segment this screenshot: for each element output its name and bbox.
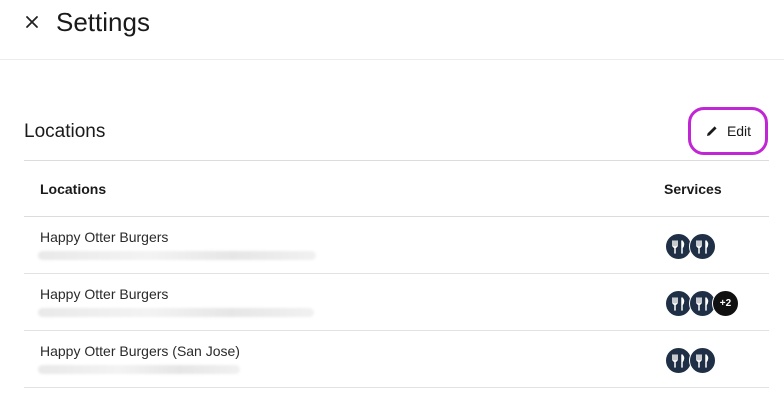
service-icons (665, 233, 716, 260)
service-icons: +2 (665, 290, 739, 317)
close-button[interactable] (20, 10, 44, 34)
utensils-icon (665, 290, 692, 317)
table-header: Locations Services (24, 160, 769, 217)
page-title: Settings (56, 7, 150, 37)
section-title: Locations (24, 121, 106, 142)
pencil-icon (706, 126, 717, 136)
location-name: Happy Otter Burgers (San Jose) (40, 343, 240, 359)
location-name: Happy Otter Burgers (40, 286, 169, 302)
table-row[interactable]: Happy Otter Burgers +2 (24, 274, 769, 331)
column-header-services: Services (664, 181, 722, 197)
utensils-icon (665, 233, 692, 260)
table-row[interactable]: Happy Otter Burgers (24, 217, 769, 274)
utensils-icon (689, 233, 716, 260)
more-services-badge[interactable]: +2 (712, 290, 739, 317)
utensils-icon (689, 347, 716, 374)
redacted-address (38, 308, 314, 317)
service-icons (665, 347, 716, 374)
close-icon (26, 16, 38, 28)
column-header-locations: Locations (40, 181, 107, 197)
utensils-icon (665, 347, 692, 374)
redacted-address (38, 251, 316, 260)
edit-button[interactable]: Edit (688, 107, 768, 155)
redacted-address (38, 365, 240, 374)
location-name: Happy Otter Burgers (40, 229, 169, 245)
edit-button-label: Edit (726, 123, 752, 139)
table-row[interactable]: Happy Otter Burgers (San Jose) (24, 331, 769, 388)
settings-header: Settings (0, 0, 784, 60)
locations-table: Locations Services Happy Otter Burgers H… (24, 160, 769, 388)
